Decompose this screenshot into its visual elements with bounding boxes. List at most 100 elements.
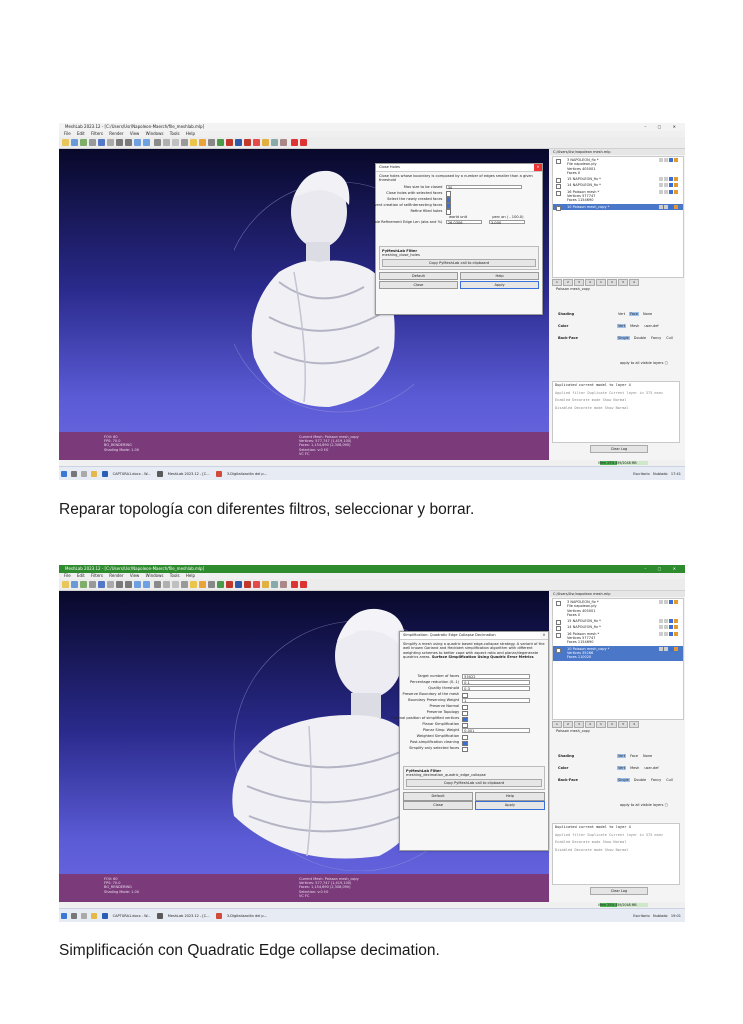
remove-faces-icon[interactable]	[300, 581, 307, 588]
backface-fancy[interactable]: Fancy	[650, 336, 662, 340]
window-controls[interactable]: – ▢ ✕	[644, 123, 681, 131]
menu-view[interactable]: View	[130, 131, 140, 136]
close-icon[interactable]: ✕	[540, 632, 548, 639]
invert-icon[interactable]	[280, 581, 287, 588]
visibility-checkbox[interactable]	[556, 159, 561, 164]
menu-windows[interactable]: Windows	[146, 573, 164, 578]
default-button[interactable]: Default	[379, 271, 458, 281]
decorate-icon[interactable]	[172, 139, 179, 146]
remove-faces-icon[interactable]	[300, 139, 307, 146]
page-button[interactable]: 2	[607, 279, 617, 286]
page-button[interactable]: 3	[574, 721, 584, 728]
menu-help[interactable]: Help	[186, 573, 195, 578]
shading-none[interactable]: None	[642, 754, 653, 758]
bbox-icon[interactable]	[107, 581, 114, 588]
layer-item-selected[interactable]: 10 Poisson mesh_copy * Vertices 55266 Fa…	[553, 645, 683, 661]
delete-faces-icon[interactable]	[244, 581, 251, 588]
close-button[interactable]: Close	[403, 801, 474, 810]
flat-icon[interactable]	[134, 581, 141, 588]
invert-icon[interactable]	[280, 139, 287, 146]
delete-faces-icon[interactable]	[244, 139, 251, 146]
wireframe-icon[interactable]	[125, 581, 132, 588]
layers-icon[interactable]	[98, 139, 105, 146]
window-controls[interactable]: – ▢ ✕	[644, 565, 681, 573]
windows-start-icon[interactable]	[61, 471, 67, 477]
menu-edit[interactable]: Edit	[77, 131, 85, 136]
snapshot-icon[interactable]	[89, 581, 96, 588]
close-icon[interactable]: ✕	[534, 164, 542, 171]
menu-view[interactable]: View	[130, 573, 140, 578]
pick-icon[interactable]	[208, 581, 215, 588]
page-button[interactable]: 1	[552, 279, 562, 286]
taskbar-app[interactable]: 3-Digitalización del p...	[227, 467, 267, 480]
page-button[interactable]: 4	[585, 721, 595, 728]
help-button[interactable]: Help	[460, 271, 539, 281]
texture-icon[interactable]	[154, 581, 161, 588]
taskbar-app[interactable]: MeshLab 2023.12 - [C...	[168, 467, 210, 480]
shading-none[interactable]: None	[642, 312, 653, 316]
transform-icon[interactable]	[181, 139, 188, 146]
layer-icons[interactable]	[658, 177, 680, 182]
search-icon[interactable]	[71, 913, 78, 919]
light-icon[interactable]	[163, 581, 170, 588]
clear-log-button[interactable]: Clear Log	[590, 887, 648, 895]
task-view-icon[interactable]	[81, 913, 88, 919]
page-button[interactable]: 2	[563, 279, 573, 286]
color-mesh[interactable]: Mesh	[629, 324, 640, 328]
clock[interactable]: 19:01	[671, 914, 681, 918]
page-button[interactable]: 4	[585, 279, 595, 286]
page-button[interactable]: 3	[618, 721, 628, 728]
backface-cull[interactable]: Cull	[665, 336, 674, 340]
menu-windows[interactable]: Windows	[146, 131, 164, 136]
layer-icons[interactable]	[658, 646, 680, 651]
shading-face[interactable]: Face	[629, 754, 639, 758]
open-icon[interactable]	[62, 139, 69, 146]
decorate-icon[interactable]	[172, 581, 179, 588]
bbox-icon[interactable]	[107, 139, 114, 146]
word-icon[interactable]	[101, 471, 108, 477]
copy-pymeshlab-button[interactable]: Copy PyMeshLab call to clipboard	[382, 258, 536, 267]
color-user-def[interactable]: user-def	[643, 324, 659, 328]
color-vert[interactable]: Vert	[617, 324, 627, 328]
shading-vert[interactable]: Vert	[617, 312, 626, 316]
menu-help[interactable]: Help	[186, 131, 195, 136]
smooth-icon[interactable]	[143, 139, 150, 146]
apply-button[interactable]: Apply	[460, 280, 539, 290]
3d-viewport[interactable]: Simplification: Quadratic Edge Collapse …	[59, 591, 549, 902]
paint-icon[interactable]	[217, 581, 224, 588]
measure-icon[interactable]	[190, 581, 197, 588]
smooth-icon[interactable]	[143, 581, 150, 588]
select-vertices-icon[interactable]	[235, 139, 242, 146]
visibility-checkbox[interactable]	[556, 205, 561, 211]
page-button[interactable]: 4	[629, 279, 639, 286]
remove-icon[interactable]	[291, 581, 298, 588]
explorer-icon[interactable]	[91, 471, 98, 477]
layer-item[interactable]: 3 NAPOLEON_fix * File napoleon.ply Verti…	[553, 599, 683, 618]
select-faces-icon[interactable]	[226, 139, 233, 146]
layers-icon[interactable]	[98, 581, 105, 588]
paint-icon[interactable]	[217, 139, 224, 146]
word-icon[interactable]	[101, 913, 108, 919]
import-icon[interactable]	[80, 581, 87, 588]
wireframe-icon[interactable]	[125, 139, 132, 146]
backface-double[interactable]: Double	[633, 778, 647, 782]
chrome-icon[interactable]	[215, 913, 222, 919]
open-icon[interactable]	[62, 581, 69, 588]
layer-icons[interactable]	[658, 600, 680, 604]
layer-item[interactable]: 16 Poisson mesh * Vertices 577747 Faces …	[553, 631, 683, 646]
remove-icon[interactable]	[291, 139, 298, 146]
meshlab-icon[interactable]	[156, 471, 163, 477]
menu-file[interactable]: File	[64, 131, 71, 136]
layer-item-selected[interactable]: 10 Poisson mesh_copy *	[553, 203, 683, 211]
page-button[interactable]: 1	[596, 279, 606, 286]
only-selected-checkbox[interactable]	[462, 746, 468, 752]
percentage-input[interactable]: 0.1	[462, 680, 531, 685]
layer-item[interactable]: 16 Poisson mesh * Vertices 577747 Faces …	[553, 189, 683, 204]
copy-pymeshlab-button[interactable]: Copy PyMeshLab call to clipboard	[406, 779, 542, 787]
chrome-icon[interactable]	[215, 471, 222, 477]
select-faces-icon[interactable]	[226, 581, 233, 588]
info-icon[interactable]	[262, 139, 269, 146]
save-icon[interactable]	[71, 139, 78, 146]
clock[interactable]: 17:41	[671, 472, 681, 476]
page-button[interactable]: 4	[629, 721, 639, 728]
